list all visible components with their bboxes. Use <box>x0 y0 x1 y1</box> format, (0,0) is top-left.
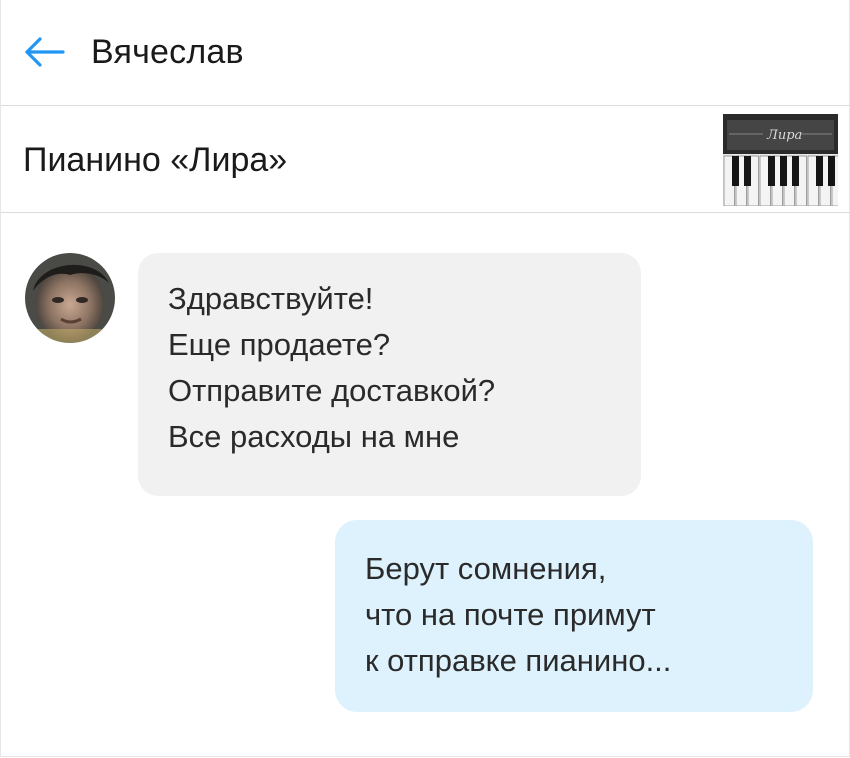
avatar-photo <box>25 253 115 343</box>
listing-thumbnail[interactable]: Лира <box>723 114 838 206</box>
message-line: Еще продаете? <box>168 327 391 362</box>
outgoing-message[interactable]: Берут сомнения, что на почте примут к от… <box>335 520 813 712</box>
piano-black-key <box>828 156 835 186</box>
piano-black-key <box>816 156 823 186</box>
piano-black-key <box>744 156 751 186</box>
piano-thumbnail-image: Лира <box>723 114 838 206</box>
piano-black-key <box>792 156 799 186</box>
thumbnail-logo-text: Лира <box>766 128 802 143</box>
sender-avatar[interactable] <box>25 253 115 343</box>
contact-name[interactable]: Вячеслав <box>91 30 244 74</box>
listing-title[interactable]: Пианино «Лира» <box>23 138 287 182</box>
message-line: Все расходы на мне <box>168 419 460 454</box>
piano-black-key <box>780 156 787 186</box>
message-line: Здравствуйте! <box>168 281 374 316</box>
message-line: Отправите доставкой? <box>168 373 496 408</box>
chat-screen: Вячеслав Пианино «Лира» Лира Здравствуйт… <box>0 0 850 757</box>
incoming-message[interactable]: Здравствуйте! Еще продаете? Отправите до… <box>138 253 641 496</box>
listing-bar[interactable]: Пианино «Лира» Лира <box>1 106 850 213</box>
message-line: Берут сомнения, <box>365 551 607 586</box>
message-line: к отправке пианино... <box>365 643 672 678</box>
chat-header: Вячеслав <box>1 0 850 106</box>
arrow-left-icon <box>25 37 65 67</box>
message-line: что на почте примут <box>365 597 656 632</box>
back-button[interactable] <box>23 34 67 70</box>
piano-black-key <box>768 156 775 186</box>
piano-black-key <box>732 156 739 186</box>
